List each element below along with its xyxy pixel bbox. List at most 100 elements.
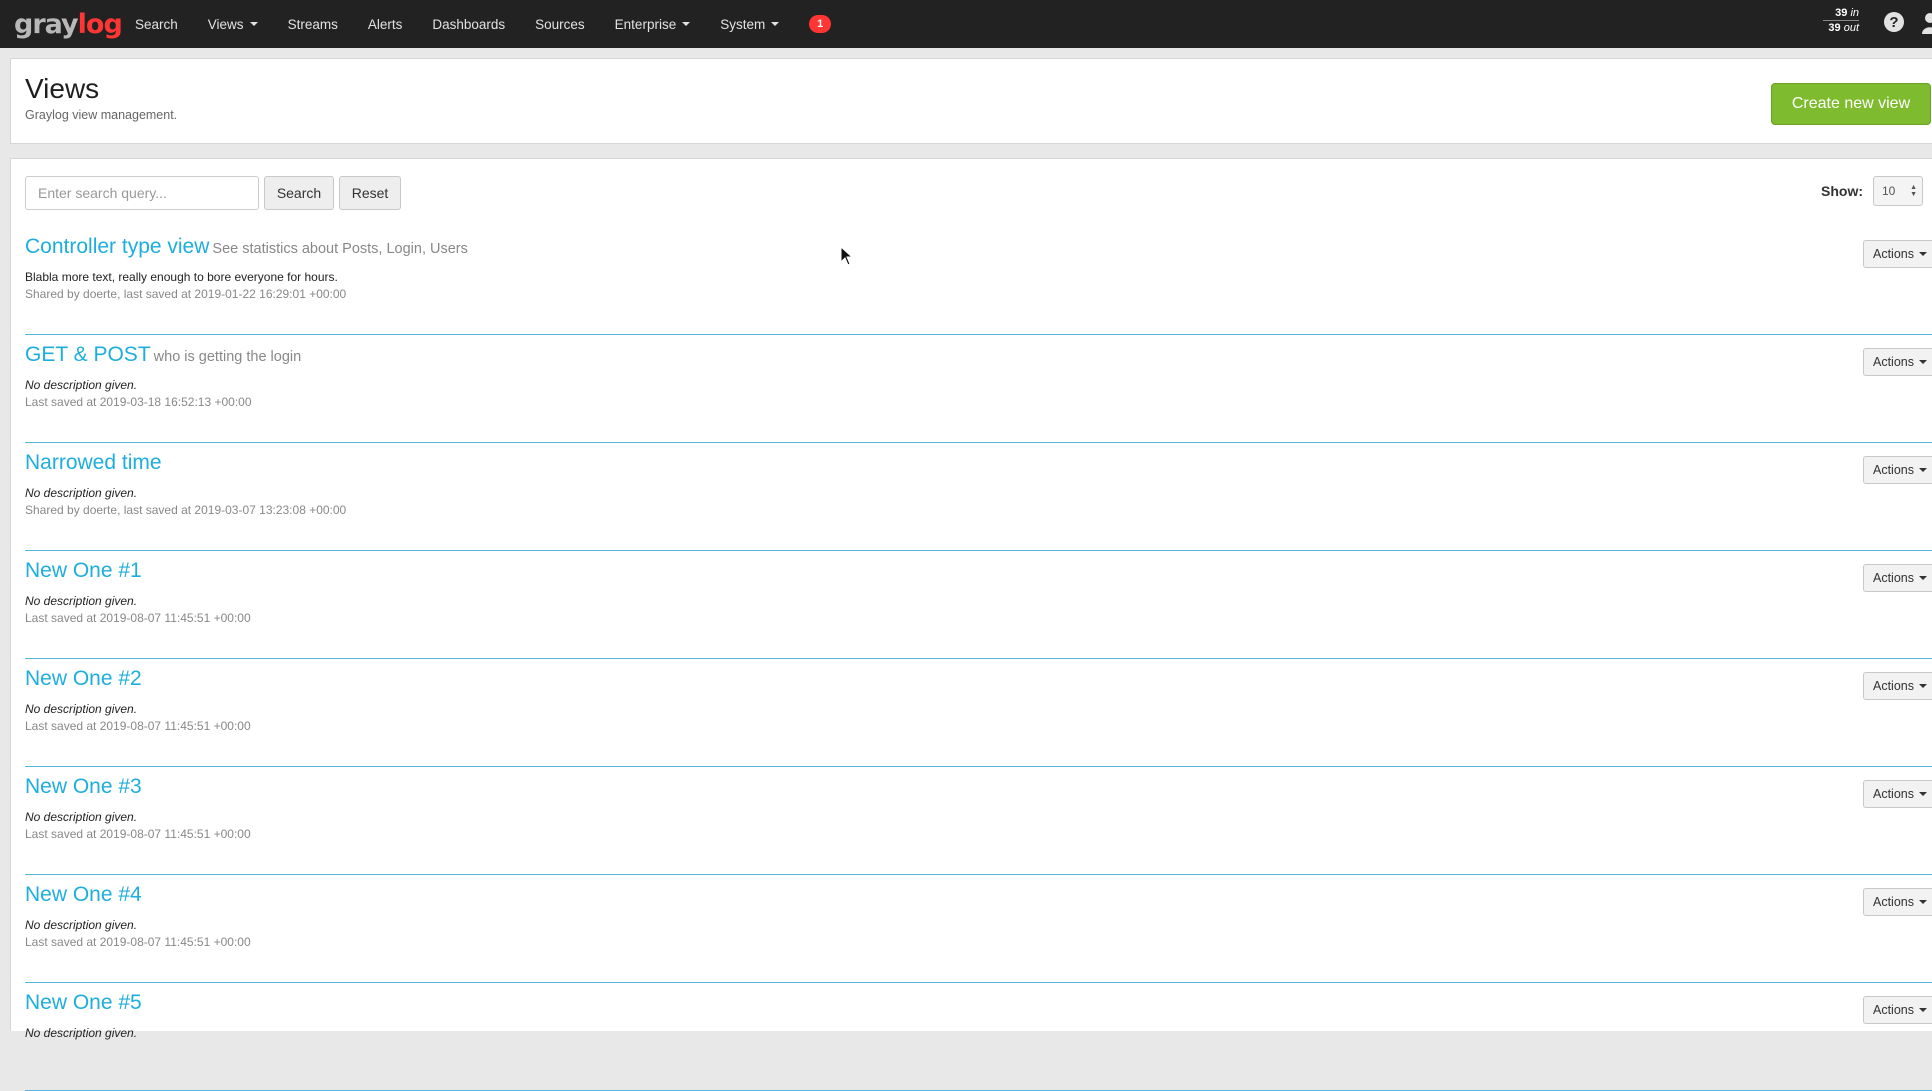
search-button[interactable]: Search: [264, 176, 334, 210]
view-meta: Last saved at 2019-08-07 11:45:51 +00:00: [25, 719, 251, 733]
throughput-in: 39 in: [1835, 7, 1859, 19]
create-new-view-button[interactable]: Create new view: [1771, 83, 1931, 125]
view-title-link[interactable]: New One #1: [25, 559, 142, 582]
nav-menu: Search Views Streams Alerts Dashboards Source…: [120, 0, 832, 48]
nav-item-search[interactable]: Search: [120, 0, 193, 48]
page-header: Views Graylog view management. Create ne…: [10, 58, 1932, 144]
logo-text-red: log: [77, 8, 123, 40]
caret-down-icon: [1919, 252, 1927, 256]
graylog-logo[interactable]: gray log: [14, 8, 123, 40]
throughput-indicator[interactable]: 39 in 39 out: [1823, 6, 1859, 35]
view-description: No description given.: [25, 378, 138, 392]
view-list-item: New One #5 No description given. Actions: [25, 983, 1932, 1091]
view-list-item: New One #1 No description given. Last save…: [25, 551, 1932, 659]
actions-label: Actions: [1873, 247, 1914, 261]
view-title-link[interactable]: New One #5: [25, 991, 142, 1014]
view-heading: New One #5: [25, 991, 142, 1015]
caret-down-icon: [1919, 1008, 1927, 1012]
mouse-cursor-icon: [840, 246, 854, 266]
view-title-link[interactable]: New One #4: [25, 883, 142, 906]
nav-item-system[interactable]: System: [705, 0, 794, 48]
notifications-badge[interactable]: 1: [809, 15, 832, 33]
view-heading: Controller type view See statistics about…: [25, 235, 468, 259]
top-navbar: gray log Search Views Streams Alerts Dashboar…: [0, 0, 1932, 48]
view-heading: New One #1: [25, 559, 142, 583]
view-heading: New One #2: [25, 667, 142, 691]
view-list-item: New One #3 No description given. Last save…: [25, 767, 1932, 875]
actions-label: Actions: [1873, 1003, 1914, 1017]
view-description: No description given.: [25, 1026, 138, 1040]
caret-down-icon: [1919, 360, 1927, 364]
view-meta: Shared by doerte, last saved at 2019-03-…: [25, 503, 347, 517]
nav-item-label: Dashboards: [432, 16, 506, 32]
nav-item-streams[interactable]: Streams: [273, 0, 353, 48]
view-list-item: New One #4 No description given. Last save…: [25, 875, 1932, 983]
user-icon[interactable]: [1922, 12, 1932, 34]
view-meta: Last saved at 2019-08-07 11:45:51 +00:00: [25, 611, 251, 625]
actions-dropdown-button[interactable]: Actions: [1863, 780, 1932, 808]
view-description: No description given.: [25, 918, 138, 932]
page-title: Views: [25, 73, 100, 104]
view-list-item: New One #2 No description given. Last save…: [25, 659, 1932, 767]
view-title-link[interactable]: Narrowed time: [25, 451, 162, 474]
actions-dropdown-button[interactable]: Actions: [1863, 672, 1932, 700]
caret-down-icon: [1919, 468, 1927, 472]
view-summary: See statistics about Posts, Login, Users: [212, 241, 468, 257]
view-summary: who is getting the login: [153, 349, 302, 365]
page-size-select[interactable]: 10 ▲ ▼: [1873, 176, 1923, 206]
nav-item-label: Sources: [535, 16, 585, 32]
caret-down-icon: [1919, 576, 1927, 580]
actions-label: Actions: [1873, 463, 1914, 477]
views-list: Controller type view See statistics about…: [25, 227, 1932, 1091]
reset-button[interactable]: Reset: [339, 176, 401, 210]
actions-label: Actions: [1873, 571, 1914, 585]
view-list-item: GET & POST who is getting the login No des…: [25, 335, 1932, 443]
view-title-link[interactable]: GET & POST: [25, 343, 151, 366]
page-size-value: 10: [1882, 184, 1896, 198]
page-size-label: Show:: [1821, 183, 1863, 199]
actions-label: Actions: [1873, 679, 1914, 693]
view-description: No description given.: [25, 486, 138, 500]
nav-item-label: Views: [207, 16, 244, 32]
view-list-item: Narrowed time No description given. Shared…: [25, 443, 1932, 551]
actions-dropdown-button[interactable]: Actions: [1863, 888, 1932, 916]
view-heading: New One #3: [25, 775, 142, 799]
actions-label: Actions: [1873, 355, 1914, 369]
actions-dropdown-button[interactable]: Actions: [1863, 564, 1932, 592]
nav-item-alerts[interactable]: Alerts: [353, 0, 418, 48]
select-arrows-icon: ▲ ▼: [1910, 184, 1917, 198]
nav-item-label: System: [720, 16, 766, 32]
nav-item-label: Streams: [287, 16, 338, 32]
view-meta: Shared by doerte, last saved at 2019-01-…: [25, 287, 347, 301]
nav-item-label: Enterprise: [614, 16, 677, 32]
view-meta: Last saved at 2019-08-07 11:45:51 +00:00: [25, 935, 251, 949]
view-list-item: Controller type view See statistics about…: [25, 227, 1932, 335]
view-title-link[interactable]: Controller type view: [25, 235, 209, 258]
question-circle-icon[interactable]: ?: [1884, 12, 1904, 32]
view-heading: New One #4: [25, 883, 142, 907]
view-description: Blabla more text, really enough to bore …: [25, 270, 338, 284]
caret-down-icon: [1919, 684, 1927, 688]
nav-item-views[interactable]: Views: [193, 0, 273, 48]
view-meta: Last saved at 2019-03-18 16:52:13 +00:00: [25, 395, 252, 409]
nav-item-sources[interactable]: Sources: [520, 0, 600, 48]
views-panel: Search Reset Show: 10 ▲▼ Controller type…: [10, 158, 1932, 1091]
view-description: No description given.: [25, 810, 138, 824]
actions-dropdown-button[interactable]: Actions: [1863, 456, 1932, 484]
nav-item-enterprise[interactable]: Enterprise: [600, 0, 706, 48]
actions-dropdown-button[interactable]: Actions: [1863, 996, 1932, 1024]
search-input[interactable]: [25, 176, 259, 210]
actions-dropdown-button[interactable]: Actions: [1863, 240, 1932, 268]
view-heading: Narrowed time: [25, 451, 162, 475]
page-subtitle: Graylog view management.: [25, 108, 178, 122]
actions-label: Actions: [1873, 895, 1914, 909]
actions-dropdown-button[interactable]: Actions: [1863, 348, 1932, 376]
nav-item-label: Alerts: [367, 16, 403, 32]
view-title-link[interactable]: New One #2: [25, 667, 142, 690]
view-title-link[interactable]: New One #3: [25, 775, 142, 798]
nav-item-dashboards[interactable]: Dashboards: [417, 0, 520, 48]
actions-label: Actions: [1873, 787, 1914, 801]
view-description: No description given.: [25, 594, 138, 608]
caret-down-icon: [1919, 900, 1927, 904]
view-meta: Last saved at 2019-08-07 11:45:51 +00:00: [25, 827, 251, 841]
